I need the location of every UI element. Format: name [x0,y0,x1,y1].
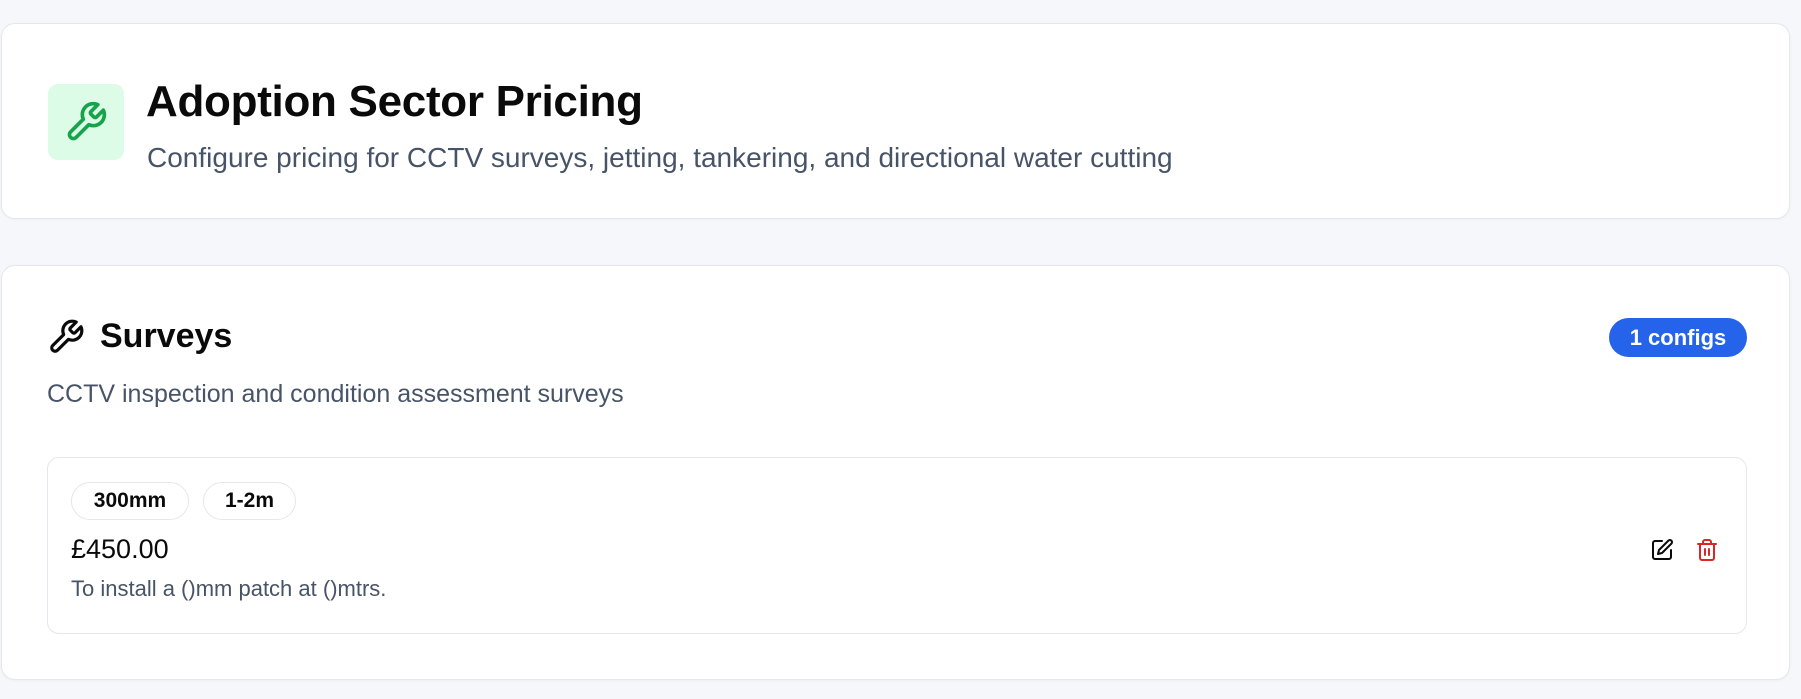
wrench-icon [47,318,85,356]
edit-icon [1650,538,1674,562]
section-description: CCTV inspection and condition assessment… [47,380,624,408]
delete-config-button[interactable] [1690,533,1724,567]
trash-icon [1695,538,1719,562]
header-icon-tile [48,84,124,160]
config-item: 300mm 1-2m £450.00 To install a ()mm pat… [47,457,1747,634]
page-title: Adoption Sector Pricing [146,77,643,126]
config-count-badge: 1 configs [1609,318,1747,357]
edit-config-button[interactable] [1645,533,1679,567]
page-header-card: Adoption Sector Pricing Configure pricin… [1,23,1790,219]
pipe-size-tag: 300mm [71,482,189,520]
wrench-icon [64,100,108,144]
config-note: To install a ()mm patch at ()mtrs. [71,576,387,601]
depth-range-tag: 1-2m [203,482,296,520]
section-title: Surveys [100,317,233,355]
config-price: £450.00 [71,534,169,564]
page-subtitle: Configure pricing for CCTV surveys, jett… [147,142,1173,173]
